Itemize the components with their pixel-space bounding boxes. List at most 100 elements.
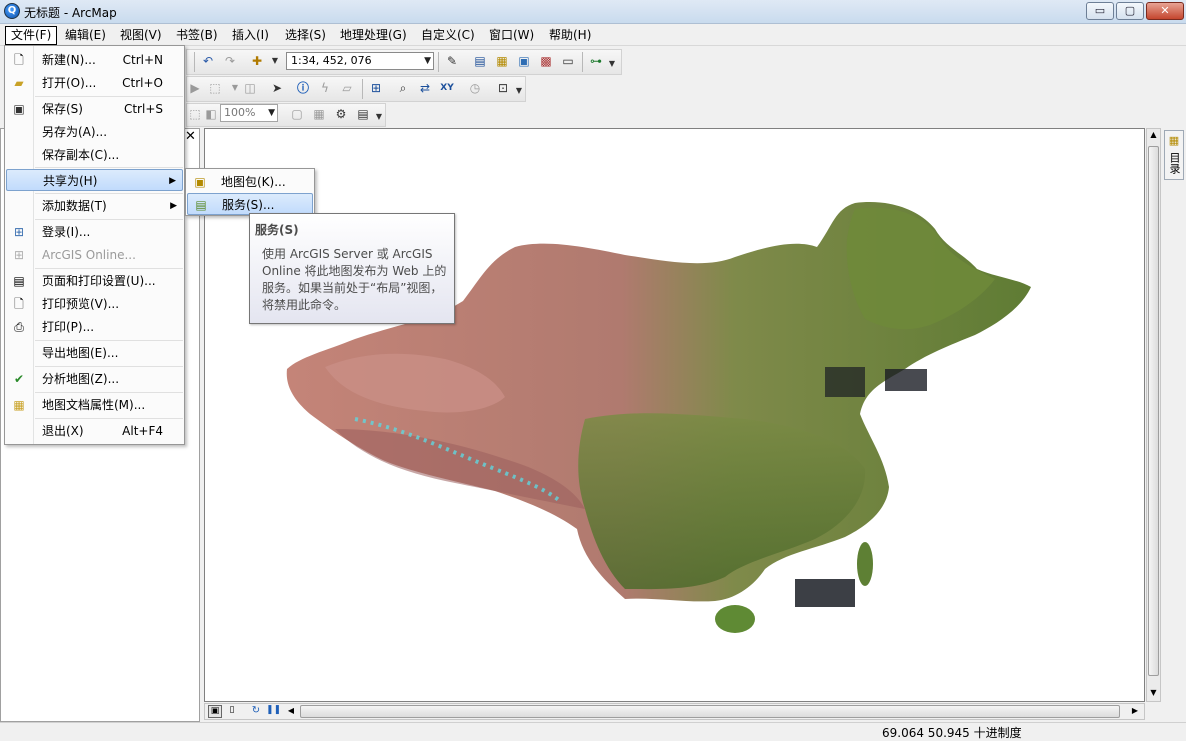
zoom-100-icon[interactable]: ◧ <box>202 105 220 123</box>
refresh-icon[interactable]: ↻ <box>249 705 263 718</box>
service-icon: ▤ <box>195 198 207 212</box>
menu-selection[interactable]: 选择(S) <box>280 26 331 45</box>
find-binoculars-icon[interactable]: ⌕ <box>394 79 412 97</box>
menu-item-map-package[interactable]: ▣ 地图包(K)... <box>187 171 313 193</box>
scroll-up-icon[interactable]: ▲ <box>1148 130 1159 142</box>
layout-view-icon[interactable]: ▯ <box>225 705 239 718</box>
menu-item-new[interactable]: 🗋 新建(N)... Ctrl+N <box>6 49 183 71</box>
select-pointer-icon[interactable]: ➤ <box>268 79 286 97</box>
pause-drawing-icon[interactable]: ❚❚ <box>266 705 281 718</box>
menu-view[interactable]: 视图(V) <box>115 26 167 45</box>
submenu-arrow-icon: ▶ <box>169 176 176 186</box>
analyze-check-icon: ✔ <box>13 372 25 386</box>
undo-icon[interactable]: ↶ <box>199 52 217 70</box>
add-data-icon[interactable]: ✚ <box>248 52 266 70</box>
menu-item-label: 共享为(H) <box>43 174 98 188</box>
map-nodata-tile <box>825 367 865 397</box>
open-folder-icon: ▰ <box>14 76 24 90</box>
close-icon[interactable]: ✕ <box>185 130 197 144</box>
cursor-coordinates: 69.064 50.945 十进制度 <box>882 726 1022 740</box>
focus-data-frame-icon[interactable]: ▦ <box>310 105 328 123</box>
hyperlink-icon[interactable]: ϟ <box>316 79 334 97</box>
select-elements-icon[interactable]: ⬚ <box>206 79 224 97</box>
menu-item-print-preview[interactable]: 🗋 打印预览(V)... <box>6 293 183 315</box>
change-layout-icon[interactable]: ⚙ <box>332 105 350 123</box>
menu-geoprocessing[interactable]: 地理处理(G) <box>335 26 412 45</box>
menu-item-arcgis-online: ⊞ ArcGIS Online... <box>6 244 183 266</box>
menu-edit[interactable]: 编辑(E) <box>60 26 111 45</box>
menu-item-document-properties[interactable]: ▦ 地图文档属性(M)... <box>6 394 183 416</box>
menu-separator <box>35 392 183 393</box>
chevron-down-icon[interactable]: ▼ <box>424 53 431 69</box>
menu-file[interactable]: 文件(F) <box>5 26 58 45</box>
file-menu-dropdown: 🗋 新建(N)... Ctrl+N ▰ 打开(O)... Ctrl+O ▣ 保存… <box>4 45 185 445</box>
menu-item-analyze-map[interactable]: ✔ 分析地图(Z)... <box>6 368 183 390</box>
menu-windows[interactable]: 窗口(W) <box>484 26 539 45</box>
find-route-icon[interactable]: ⇄ <box>416 79 434 97</box>
table-of-contents-icon[interactable]: ▤ <box>471 52 489 70</box>
catalog-icon: ▦ <box>1168 134 1180 147</box>
toolbar-options-icon[interactable]: ▼ <box>607 55 617 73</box>
menu-item-sign-in[interactable]: ⊞ 登录(I)... <box>6 221 183 243</box>
identify-info-icon[interactable]: ⓘ <box>294 79 312 97</box>
menu-item-print[interactable]: ⎙ 打印(P)... <box>6 316 183 338</box>
map-southern-vegetation <box>578 413 866 590</box>
maximize-button[interactable]: ▢ <box>1116 2 1144 20</box>
menu-item-save-as[interactable]: 另存为(A)... <box>6 121 183 143</box>
measure-icon[interactable]: ⊞ <box>367 79 385 97</box>
menu-separator <box>35 268 183 269</box>
scroll-down-icon[interactable]: ▼ <box>1148 688 1159 700</box>
data-view-icon[interactable]: ▣ <box>208 705 222 718</box>
scroll-left-icon[interactable]: ◀ <box>286 705 296 718</box>
menu-bookmarks[interactable]: 书签(B) <box>171 26 223 45</box>
python-window-icon[interactable]: ▭ <box>559 52 577 70</box>
go-to-xy-icon[interactable]: XY <box>438 79 456 97</box>
menu-item-add-data[interactable]: 添加数据(T) ▶ <box>6 195 183 217</box>
forward-extent-icon[interactable]: ▶ <box>186 79 204 97</box>
menu-item-label: 打印预览(V)... <box>42 297 120 311</box>
close-button[interactable]: ✕ <box>1146 2 1184 20</box>
clear-selection-icon[interactable]: ◫ <box>241 79 259 97</box>
redo-icon[interactable]: ↷ <box>221 52 239 70</box>
toolbar-options-icon[interactable]: ▼ <box>374 108 384 126</box>
data-driven-pages-icon[interactable]: ▤ <box>354 105 372 123</box>
menu-item-page-setup[interactable]: ▤ 页面和打印设置(U)... <box>6 270 183 292</box>
menu-insert[interactable]: 插入(I) <box>227 26 274 45</box>
menu-separator <box>35 167 183 168</box>
map-package-icon: ▣ <box>194 175 206 189</box>
menu-item-export-map[interactable]: 导出地图(E)... <box>6 342 183 364</box>
menu-help[interactable]: 帮助(H) <box>544 26 596 45</box>
menu-item-share-as[interactable]: 共享为(H) ▶ <box>6 169 183 191</box>
scroll-right-icon[interactable]: ▶ <box>1130 705 1140 718</box>
arctoolbox-icon[interactable]: ▩ <box>537 52 555 70</box>
catalog-window-icon[interactable]: ▦ <box>493 52 511 70</box>
menu-item-shortcut: Ctrl+O <box>122 76 163 90</box>
vertical-scroll-thumb[interactable] <box>1148 146 1159 676</box>
menu-item-service[interactable]: ▤ 服务(S)... <box>187 193 313 215</box>
toggle-draft-mode-icon[interactable]: ▢ <box>288 105 306 123</box>
menu-item-label: 打开(O)... <box>42 76 97 90</box>
chevron-down-icon[interactable]: ▼ <box>268 105 275 121</box>
menu-item-label: 登录(I)... <box>42 225 91 239</box>
toolbar-options-icon[interactable]: ▼ <box>514 82 524 100</box>
html-popup-icon[interactable]: ▱ <box>338 79 356 97</box>
menu-customize[interactable]: 自定义(C) <box>416 26 480 45</box>
viewer-window-icon[interactable]: ⊡ <box>494 79 512 97</box>
minimize-button[interactable]: ▭ <box>1086 2 1114 20</box>
layout-zoom-combo[interactable]: 100% ▼ <box>220 104 278 122</box>
add-data-dropdown-icon[interactable]: ▼ <box>266 52 284 70</box>
editor-toolbar-icon[interactable]: ✎ <box>443 52 461 70</box>
map-scale-combo[interactable]: 1:34, 452, 076 ▼ <box>286 52 434 70</box>
menu-item-save[interactable]: ▣ 保存(S) Ctrl+S <box>6 98 183 120</box>
horizontal-scroll-thumb[interactable] <box>300 705 1120 718</box>
model-builder-icon[interactable]: ⊶ <box>587 52 605 70</box>
menu-item-exit[interactable]: 退出(X) Alt+F4 <box>6 420 183 442</box>
time-slider-icon[interactable]: ◷ <box>466 79 484 97</box>
menu-item-label: 退出(X) <box>42 424 84 438</box>
toolbar-separator <box>438 52 439 72</box>
menu-item-open[interactable]: ▰ 打开(O)... Ctrl+O <box>6 72 183 94</box>
search-window-icon[interactable]: ▣ <box>515 52 533 70</box>
submenu-arrow-icon: ▶ <box>170 201 177 211</box>
menu-item-save-copy[interactable]: 保存副本(C)... <box>6 144 183 166</box>
arcgis-online-icon: ⊞ <box>13 248 25 262</box>
